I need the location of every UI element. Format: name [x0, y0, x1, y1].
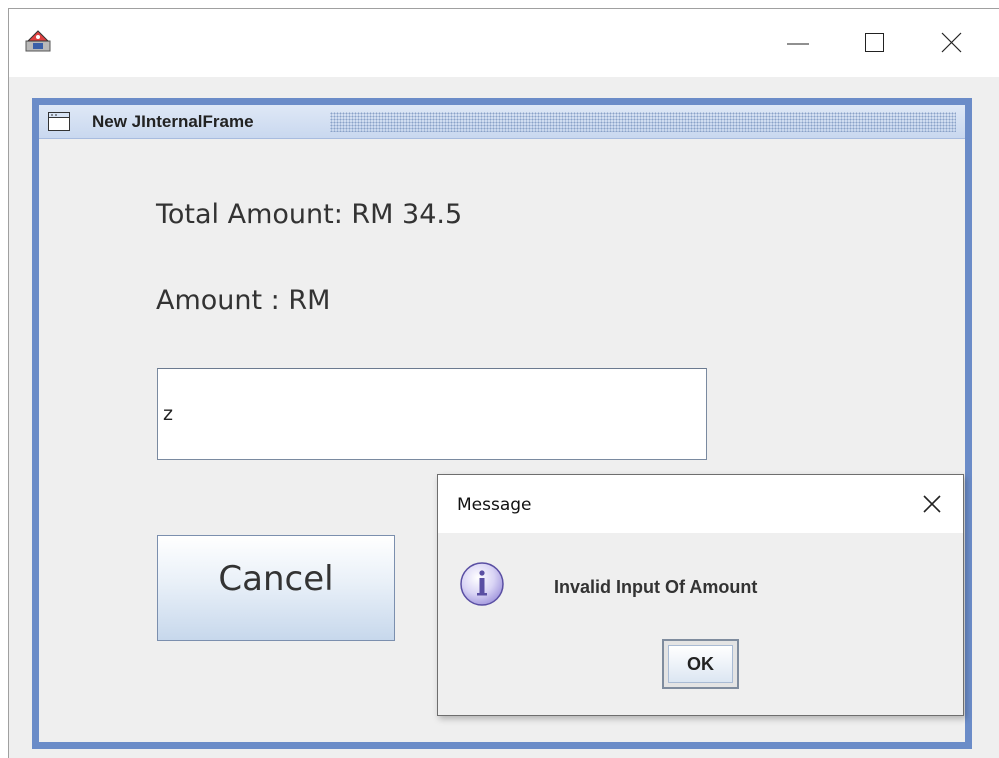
app-window: New JInternalFrame Total Amount: RM 34.5… [8, 8, 999, 758]
maximize-icon[interactable] [855, 23, 895, 63]
window-titlebar[interactable] [9, 9, 999, 77]
internal-frame-title: New JInternalFrame [92, 112, 254, 131]
dialog-titlebar[interactable]: Message [438, 475, 963, 533]
internal-frame-titlebar[interactable]: New JInternalFrame [39, 105, 965, 139]
ok-button-label: OK [668, 645, 733, 683]
close-icon[interactable] [920, 492, 944, 516]
close-icon[interactable] [931, 23, 971, 63]
amount-label: Amount : RM [156, 285, 331, 316]
dialog-message: Invalid Input Of Amount [554, 577, 758, 597]
ok-button[interactable]: OK [662, 639, 739, 689]
cancel-button[interactable]: Cancel [157, 535, 395, 641]
total-amount-label: Total Amount: RM 34.5 [156, 199, 463, 230]
titlebar-grip [330, 112, 956, 132]
java-app-icon [25, 30, 51, 52]
message-dialog: Message Invalid Input Of Amount OK [437, 474, 964, 716]
minimize-icon[interactable] [779, 23, 819, 63]
frame-window-icon [48, 112, 70, 131]
amount-input[interactable] [157, 368, 707, 460]
dialog-title: Message [457, 495, 532, 515]
info-icon [460, 562, 504, 606]
